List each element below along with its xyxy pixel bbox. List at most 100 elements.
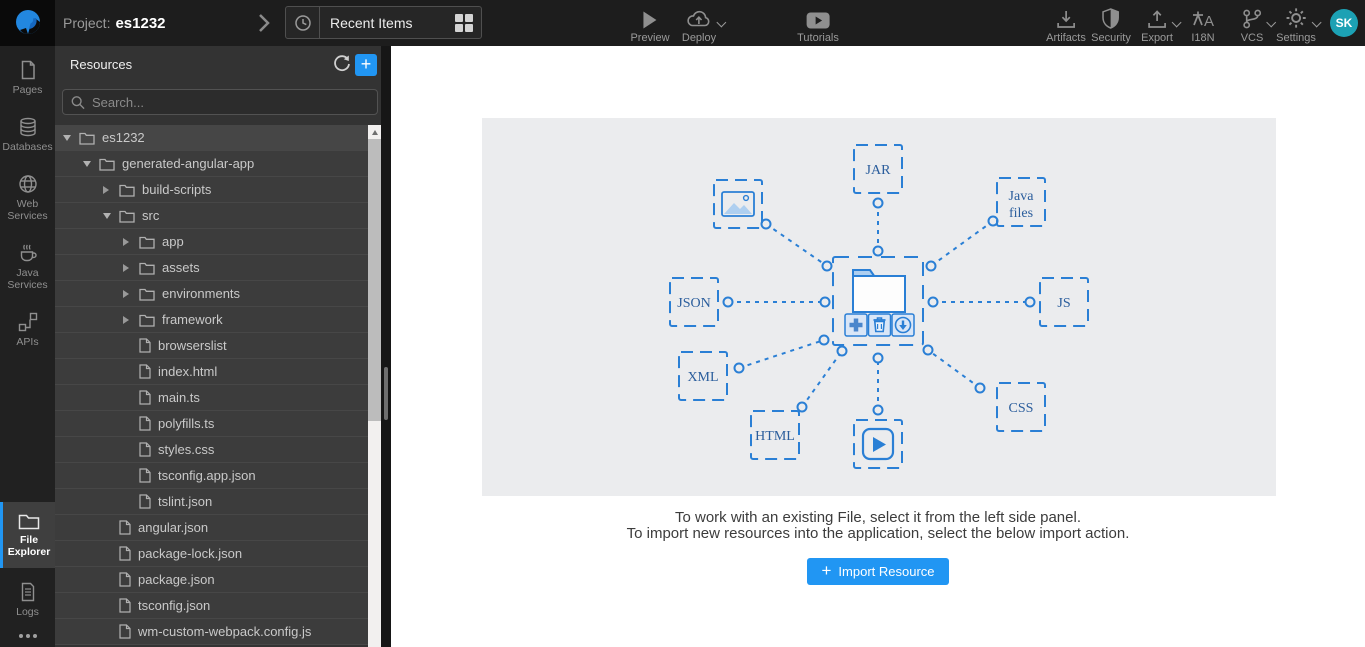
tree-item-folder[interactable]: app	[55, 229, 368, 255]
sidebar-item-web-services[interactable]: Web Services	[0, 168, 55, 228]
i18n-button[interactable]: A I18N	[1191, 7, 1215, 44]
image-icon	[721, 191, 755, 217]
instructions-text: To work with an existing File, select it…	[391, 510, 1365, 542]
file-icon	[139, 442, 151, 457]
project-label: Project:	[63, 15, 111, 31]
add-resource-button[interactable]	[355, 54, 377, 76]
svg-text:XML: XML	[687, 370, 718, 385]
scrollbar-thumb[interactable]	[384, 367, 388, 420]
tree-item-folder[interactable]: build-scripts	[55, 177, 368, 203]
js-box: JS	[1039, 277, 1089, 327]
grid-view-icon[interactable]	[455, 13, 473, 32]
hub-box	[832, 256, 924, 346]
vcs-button[interactable]: VCS	[1241, 7, 1277, 44]
settings-button[interactable]: Settings	[1276, 7, 1322, 44]
scrollbar-thumb[interactable]	[368, 139, 381, 421]
tree-item-file[interactable]: tsconfig.app.json	[55, 463, 368, 489]
caret-down-icon[interactable]	[103, 213, 119, 219]
tutorials-button[interactable]: Tutorials	[797, 7, 839, 44]
sidebar-item-logs[interactable]: Logs	[0, 576, 55, 624]
panel-scrollbar[interactable]	[381, 46, 391, 647]
database-icon	[18, 117, 38, 137]
caret-right-icon[interactable]	[123, 290, 139, 298]
search-box[interactable]	[62, 89, 378, 115]
search-input[interactable]	[91, 94, 369, 110]
tree-item-file[interactable]: styles.css	[55, 437, 368, 463]
caret-right-icon[interactable]	[123, 264, 139, 272]
folder-icon	[99, 157, 115, 171]
artifacts-button[interactable]: Artifacts	[1046, 7, 1086, 44]
tree-item-folder[interactable]: assets	[55, 255, 368, 281]
tree-item-file[interactable]: browserslist	[55, 333, 368, 359]
scroll-up-arrow[interactable]	[368, 125, 381, 139]
chevron-down-icon	[1171, 17, 1182, 28]
caret-down-icon[interactable]	[83, 161, 99, 167]
panel-title: Resources	[70, 57, 133, 72]
import-resource-button[interactable]: + Import Resource	[807, 558, 949, 585]
tree-item-file[interactable]: wm-custom-webpack.config.js	[55, 619, 368, 645]
gear-icon	[1285, 7, 1322, 29]
sidebar-item-java-services[interactable]: Java Services	[0, 237, 55, 297]
project-name: es1232	[115, 14, 166, 32]
folder-icon	[139, 235, 155, 249]
security-button[interactable]: Security	[1091, 7, 1131, 44]
file-icon	[119, 624, 131, 639]
java-files-box: Java files	[996, 177, 1046, 227]
tree-item-file[interactable]: index.html	[55, 359, 368, 385]
chevron-down-icon	[1311, 17, 1322, 28]
tree-scrollbar[interactable]	[368, 125, 381, 647]
chevron-down-icon	[716, 17, 727, 28]
image-box	[713, 179, 763, 229]
folder-icon	[79, 131, 95, 145]
svg-text:CSS: CSS	[1009, 401, 1034, 416]
refresh-icon[interactable]	[332, 54, 352, 74]
sidebar-item-file-explorer[interactable]: File Explorer	[0, 502, 55, 568]
caret-right-icon[interactable]	[123, 238, 139, 246]
html-box: HTML	[750, 410, 800, 460]
export-button[interactable]: Export	[1141, 7, 1182, 44]
chevron-right-icon[interactable]	[258, 13, 270, 33]
log-file-icon	[19, 582, 37, 602]
file-icon	[139, 494, 151, 509]
tree-item-folder[interactable]: es1232	[55, 125, 368, 151]
tree-item-file[interactable]: package.json	[55, 567, 368, 593]
tree-item-folder[interactable]: generated-angular-app	[55, 151, 368, 177]
page-icon	[18, 60, 38, 80]
tree-item-folder[interactable]: environments	[55, 281, 368, 307]
preview-button[interactable]: Preview	[630, 7, 670, 44]
wavemaker-logo[interactable]	[0, 0, 55, 46]
tree-item-file[interactable]: polyfills.ts	[55, 411, 368, 437]
tree-item-folder[interactable]: framework	[55, 307, 368, 333]
sidebar-item-pages[interactable]: Pages	[0, 54, 55, 102]
sidebar-item-databases[interactable]: Databases	[0, 111, 55, 159]
plus-icon: +	[821, 561, 832, 580]
caret-right-icon[interactable]	[123, 316, 139, 324]
main-content: JAR Java files JSON JS XML HTML CSS To w…	[391, 46, 1365, 647]
globe-icon	[18, 174, 38, 194]
user-avatar[interactable]: SK	[1330, 9, 1358, 37]
translate-icon: A	[1191, 7, 1215, 29]
caret-down-icon[interactable]	[63, 135, 79, 141]
tree-item-file[interactable]: angular.json	[55, 515, 368, 541]
svg-text:HTML: HTML	[755, 429, 795, 444]
tree-item-file[interactable]: tsconfig.json	[55, 593, 368, 619]
history-icon	[286, 7, 320, 38]
deploy-button[interactable]: Deploy	[682, 7, 727, 44]
css-box: CSS	[996, 382, 1046, 432]
file-icon	[139, 468, 151, 483]
tree-item-file[interactable]: main.ts	[55, 385, 368, 411]
top-bar: Project: es1232 Recent Items Preview Dep…	[0, 0, 1365, 46]
file-icon	[119, 546, 131, 561]
folder-icon	[139, 287, 155, 301]
tree-item-folder[interactable]: src	[55, 203, 368, 229]
download-tray-icon	[1056, 7, 1076, 29]
svg-text:JS: JS	[1057, 296, 1070, 311]
tree-item-file[interactable]: tslint.json	[55, 489, 368, 515]
recent-items-dropdown[interactable]: Recent Items	[285, 6, 482, 39]
svg-text:files: files	[1009, 206, 1033, 221]
sidebar-item-apis[interactable]: APIs	[0, 306, 55, 354]
resources-panel: Resources es1232 generated-angular-app b…	[55, 46, 391, 647]
caret-right-icon[interactable]	[103, 186, 119, 194]
more-options-icon[interactable]	[0, 624, 55, 647]
tree-item-file[interactable]: package-lock.json	[55, 541, 368, 567]
